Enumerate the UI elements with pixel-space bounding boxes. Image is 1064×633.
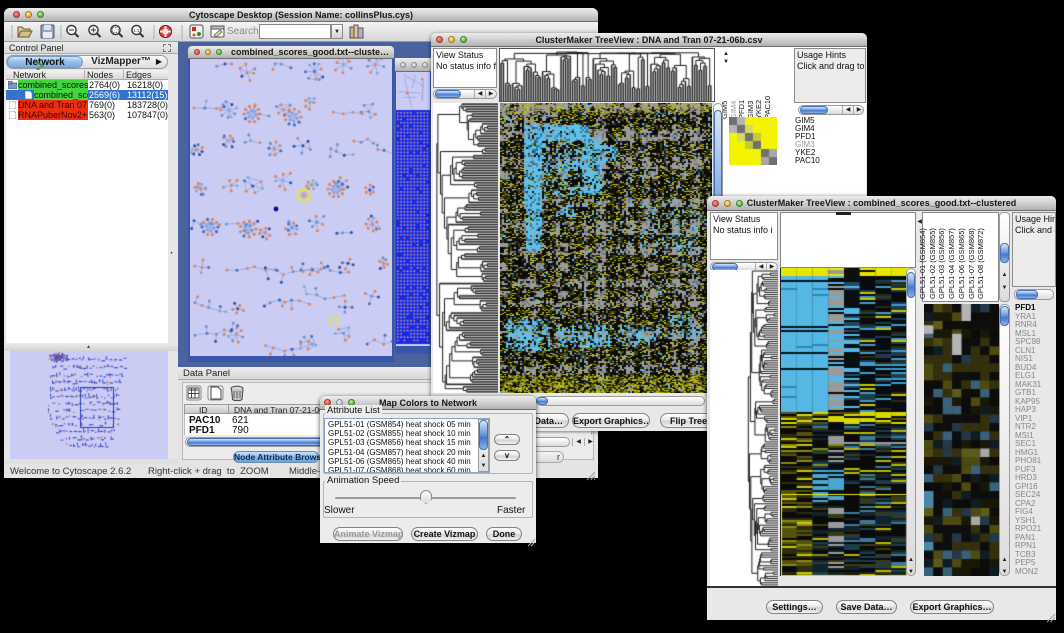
svg-text:1:1: 1:1	[133, 28, 140, 33]
